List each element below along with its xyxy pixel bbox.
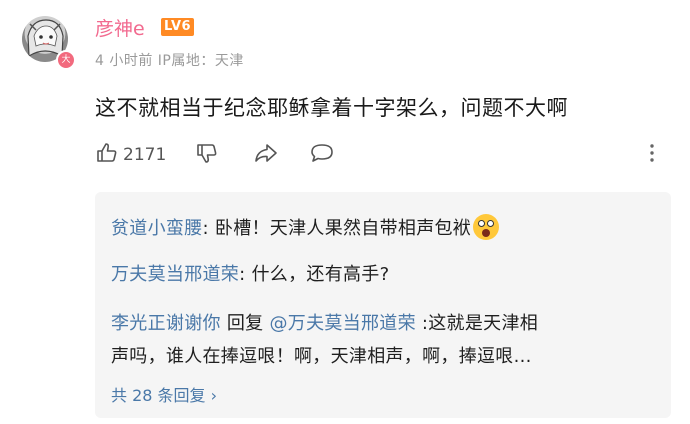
reply-item: 李光正谢谢你 回复 @万夫莫当邢道荣 :这就是天津相 <box>111 309 538 335</box>
comment-actions: 2171 <box>95 140 675 170</box>
like-button[interactable]: 2171 <box>95 140 166 170</box>
dislike-button[interactable] <box>195 140 219 170</box>
reply-mention[interactable]: @万夫莫当邢道荣 <box>269 313 415 334</box>
thumbs-down-icon <box>195 141 219 169</box>
reply-text: 卧槽！天津人果然自带相声包袱 <box>214 218 472 239</box>
reply-item: 贫道小蛮腰: 卧槽！天津人果然自带相声包袱 <box>111 214 500 240</box>
reply-text-continued: 声吗，谁人在捧逗哏！啊，天津相声，啊，捧逗哏... <box>111 346 532 367</box>
comment-text: 这不就相当于纪念耶稣拿着十字架么，问题不大啊 <box>95 96 568 120</box>
reply-to-label: 回复 <box>220 313 270 334</box>
reply-item: 万夫莫当邢道荣: 什么，还有高手? <box>111 264 390 285</box>
reply-author[interactable]: 李光正谢谢你 <box>111 313 221 334</box>
thumbs-up-icon <box>95 141 119 169</box>
avatar[interactable]: 大 <box>22 16 76 70</box>
astonished-emoji-icon <box>473 214 500 240</box>
vertical-dots-icon <box>647 141 657 169</box>
comment-bubble-icon <box>309 141 335 169</box>
username[interactable]: 彦神e <box>95 14 145 41</box>
comment-meta: 4 小时前 IP属地：天津 <box>95 53 244 69</box>
reply-text: :这就是天津相 <box>415 313 539 334</box>
reply-author[interactable]: 万夫莫当邢道荣 <box>111 264 239 285</box>
like-count: 2171 <box>123 145 167 165</box>
reply-author[interactable]: 贫道小蛮腰 <box>111 218 203 239</box>
replies-panel: 贫道小蛮腰: 卧槽！天津人果然自带相声包袱 万夫莫当邢道荣: 什么，还有高手? … <box>95 192 671 418</box>
reply-button[interactable] <box>309 140 335 170</box>
more-options-button[interactable] <box>647 140 657 170</box>
reply-text: 什么，还有高手? <box>251 264 390 285</box>
share-button[interactable] <box>253 140 279 170</box>
view-all-replies-link[interactable]: 共 28 条回复 › <box>111 382 217 406</box>
level-badge: LV6 <box>161 18 195 36</box>
avatar-badge: 大 <box>56 50 76 70</box>
share-icon <box>253 141 279 169</box>
